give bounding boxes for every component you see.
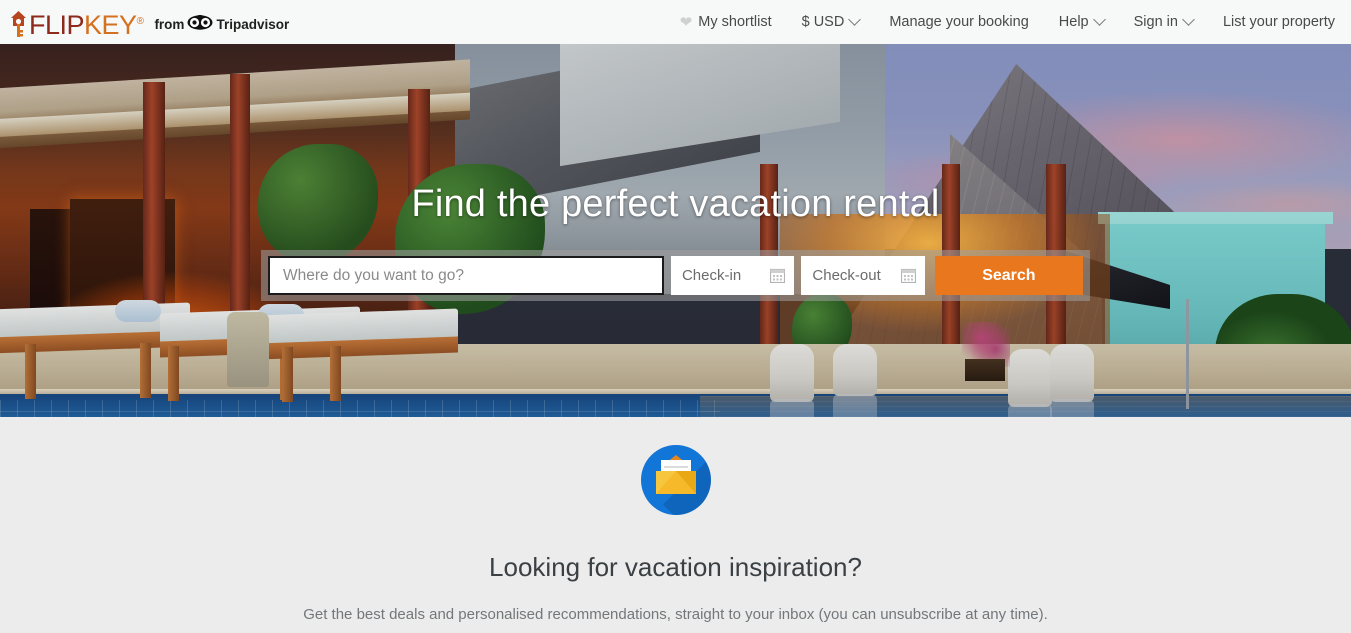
nav-label-help: Help [1058, 14, 1089, 30]
chevron-down-icon [1182, 12, 1195, 26]
nav-item-currency[interactable]: $ USD [787, 0, 875, 44]
chevron-down-icon [1092, 12, 1106, 26]
logo-registered-mark: ® [136, 15, 144, 27]
site-header: FLIPKEY® from Tripadvisor ❤ My shortlist [0, 0, 1351, 44]
tripadvisor-owl-icon [187, 14, 213, 33]
envelope-icon [640, 445, 711, 515]
nav-label-list-property: List your property [1222, 14, 1335, 30]
checkin-label: Check-in [681, 267, 742, 284]
logo-text-flip: FLIP [29, 9, 85, 40]
birdhouse-key-icon [10, 10, 27, 37]
chevron-down-icon [848, 12, 862, 26]
tripadvisor-attribution: from Tripadvisor [154, 14, 290, 33]
main-navigation: ❤ My shortlist $ USD Manage your booking… [665, 0, 1339, 44]
hero-title: Find the perfect vacation rental [411, 183, 940, 225]
heart-icon: ❤ [679, 13, 693, 31]
nav-label-manage-booking: Manage your booking [889, 14, 1029, 30]
hero-overlay [0, 44, 1351, 417]
newsletter-title: Looking for vacation inspiration? [489, 552, 862, 582]
checkout-field[interactable]: Check-out [801, 256, 925, 295]
brand-logo[interactable]: FLIPKEY® from Tripadvisor [10, 8, 290, 40]
newsletter-section: Looking for vacation inspiration? Get th… [0, 417, 1351, 633]
hero-background-image [0, 44, 1351, 417]
nav-item-sign-in[interactable]: Sign in [1119, 0, 1208, 44]
checkout-label: Check-out [812, 267, 881, 284]
nav-label-my-shortlist: My shortlist [698, 14, 772, 30]
nav-item-manage-booking[interactable]: Manage your booking [874, 0, 1043, 44]
calendar-icon [900, 268, 916, 284]
logo-text-key: KEY [84, 9, 137, 40]
destination-input[interactable] [268, 256, 664, 295]
nav-label-sign-in: Sign in [1133, 14, 1178, 30]
newsletter-subtitle: Get the best deals and personalised reco… [303, 606, 1048, 623]
flipkey-logo[interactable]: FLIPKEY® [10, 8, 144, 40]
tripadvisor-wordmark: Tripadvisor [216, 16, 290, 32]
nav-label-currency: $ USD [801, 14, 845, 30]
nav-item-help[interactable]: Help [1044, 0, 1119, 44]
checkin-field[interactable]: Check-in [670, 256, 795, 295]
nav-item-my-shortlist[interactable]: ❤ My shortlist [665, 0, 787, 44]
calendar-icon [770, 268, 786, 284]
search-button[interactable]: Search [934, 256, 1083, 295]
search-bar: Check-in Check-out [261, 250, 1090, 301]
nav-item-list-your-property[interactable]: List your property [1208, 0, 1339, 44]
hero-banner: Find the perfect vacation rental Check-i… [0, 44, 1351, 417]
from-label: from [154, 16, 185, 32]
